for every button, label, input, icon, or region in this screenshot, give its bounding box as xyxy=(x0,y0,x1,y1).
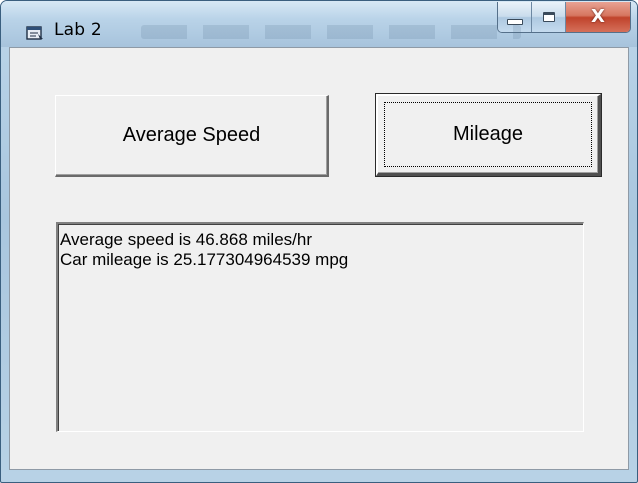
maximize-button[interactable] xyxy=(532,2,566,32)
form-icon xyxy=(26,26,43,40)
maximize-icon xyxy=(542,12,555,22)
minimize-icon xyxy=(506,19,523,25)
average-speed-button[interactable]: Average Speed xyxy=(55,95,329,177)
close-button[interactable]: X xyxy=(566,2,630,32)
mileage-button[interactable]: Mileage xyxy=(375,93,602,177)
average-speed-button-label: Average Speed xyxy=(122,124,261,146)
title-bar[interactable]: Lab 2 X xyxy=(1,1,637,47)
output-textbox[interactable]: Average speed is 46.868 miles/hr Car mil… xyxy=(56,222,584,432)
close-icon: X xyxy=(591,6,605,27)
caption-buttons: X xyxy=(497,2,631,33)
app-window: Lab 2 X Average Speed Mileage Average sp… xyxy=(0,0,638,483)
window-title: Lab 2 xyxy=(54,20,102,40)
minimize-button[interactable] xyxy=(498,2,532,32)
mileage-button-label: Mileage xyxy=(452,123,524,145)
output-line-mileage: Car mileage is 25.177304964539 mpg xyxy=(60,250,349,269)
output-line-speed: Average speed is 46.868 miles/hr xyxy=(60,230,313,249)
form-client-area: Average Speed Mileage Average speed is 4… xyxy=(9,47,629,470)
